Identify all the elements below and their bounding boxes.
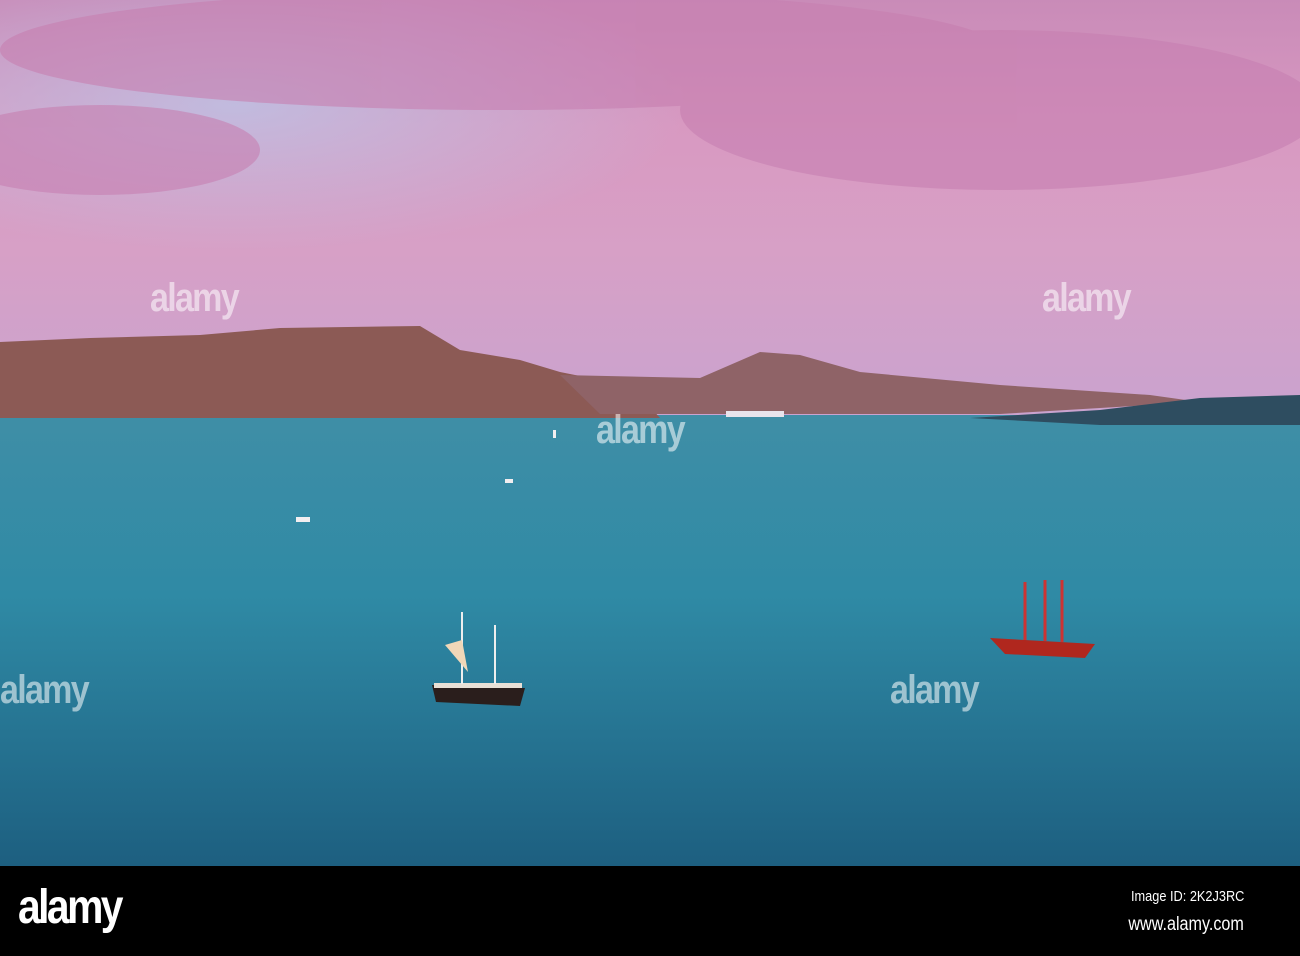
footer-logo: alamy — [18, 881, 123, 934]
footer-bar: alamy Image ID: 2K2J3RC www.alamy.com — [0, 866, 1300, 956]
footer-url[interactable]: www.alamy.com — [1129, 914, 1244, 936]
watermark: alamy — [596, 408, 686, 452]
sea — [0, 415, 1300, 866]
image-id: Image ID: 2K2J3RC — [1130, 888, 1244, 905]
watermark: alamy — [150, 276, 240, 320]
watermark: alamy — [0, 668, 90, 712]
watermark: alamy — [1042, 276, 1132, 320]
watermark: alamy — [890, 668, 980, 712]
cruise-ship — [726, 411, 784, 417]
